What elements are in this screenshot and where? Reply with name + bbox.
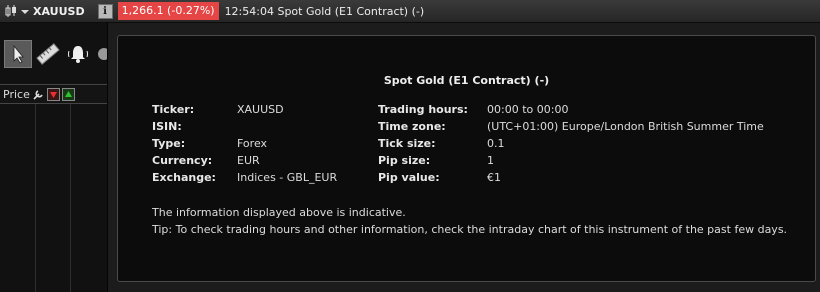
grid-line bbox=[35, 104, 36, 292]
panel-title: Spot Gold (E1 Contract) (-) bbox=[383, 74, 550, 87]
tip-note: Tip: To check trading hours and other in… bbox=[152, 223, 788, 236]
type-label: Type: bbox=[152, 137, 186, 150]
price-column-header: Price bbox=[0, 84, 107, 104]
pip-size-label: Pip size: bbox=[378, 154, 431, 167]
exchange-label: Exchange: bbox=[152, 171, 216, 184]
pip-value-label: Pip value: bbox=[378, 171, 440, 184]
indicative-note: The information displayed above is indic… bbox=[152, 206, 406, 219]
cursor-icon bbox=[13, 44, 24, 64]
pip-value-value: €1 bbox=[487, 171, 501, 184]
more-tools-button[interactable] bbox=[94, 40, 107, 68]
info-button[interactable]: i bbox=[97, 3, 113, 19]
currency-label: Currency: bbox=[152, 154, 213, 167]
tick-size-label: Tick size: bbox=[378, 137, 436, 150]
time-zone-label: Time zone: bbox=[378, 120, 446, 133]
instrument-info-panel: Spot Gold (E1 Contract) (-) Ticker: XAUU… bbox=[117, 35, 816, 282]
currency-value: EUR bbox=[237, 154, 260, 167]
exchange-value: Indices - GBL_EUR bbox=[237, 171, 338, 184]
top-bar: XAUUSD i 1,266.1 (-0.27%) 12:54:04 Spot … bbox=[0, 0, 820, 23]
candlestick-icon[interactable] bbox=[4, 4, 18, 18]
tick-size-value: 0.1 bbox=[487, 137, 505, 150]
info-row: Ticker: XAUUSD Trading hours: 00:00 to 0… bbox=[118, 102, 815, 118]
wrench-icon[interactable] bbox=[32, 88, 45, 101]
info-row: Currency: EUR Pip size: 1 bbox=[118, 153, 815, 169]
trading-hours-label: Trading hours: bbox=[378, 103, 468, 116]
time-zone-value: (UTC+01:00) Europe/London British Summer… bbox=[487, 120, 764, 133]
ruler-icon bbox=[36, 43, 60, 65]
grid-line bbox=[70, 104, 71, 292]
sell-arrow-icon[interactable] bbox=[46, 87, 60, 101]
drawing-toolbar bbox=[0, 37, 107, 73]
alert-tool-button[interactable] bbox=[64, 40, 92, 68]
info-row: Exchange: Indices - GBL_EUR Pip value: €… bbox=[118, 170, 815, 186]
ticker-label: Ticker: bbox=[152, 103, 195, 116]
buy-arrow-icon[interactable] bbox=[61, 87, 75, 101]
cursor-tool-button[interactable] bbox=[4, 40, 32, 68]
pip-size-value: 1 bbox=[487, 154, 494, 167]
trading-hours-value: 00:00 to 00:00 bbox=[487, 103, 569, 116]
instrument-symbol[interactable]: XAUUSD bbox=[33, 5, 85, 18]
price-change-badge: 1,266.1 (-0.27%) bbox=[117, 2, 219, 20]
chevron-down-icon[interactable] bbox=[20, 6, 30, 16]
bell-icon bbox=[68, 46, 88, 63]
ticker-value: XAUUSD bbox=[237, 103, 284, 116]
isin-label: ISIN: bbox=[152, 120, 182, 133]
ruler-tool-button[interactable] bbox=[34, 40, 62, 68]
info-row: ISIN: Time zone: (UTC+01:00) Europe/Lond… bbox=[118, 119, 815, 135]
price-label: Price bbox=[3, 87, 30, 101]
time-and-title: 12:54:04 Spot Gold (E1 Contract) (-) bbox=[224, 4, 425, 18]
info-row: Type: Forex Tick size: 0.1 bbox=[118, 136, 815, 152]
type-value: Forex bbox=[237, 137, 268, 150]
more-icon bbox=[98, 48, 107, 60]
